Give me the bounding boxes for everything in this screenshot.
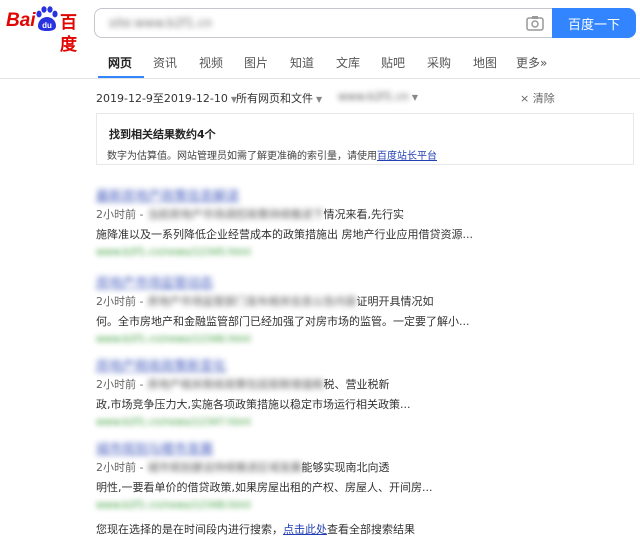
baidu-logo[interactable]: Bai du 百度: [6, 6, 92, 55]
result-time: 2小时前 -: [96, 461, 144, 474]
tab-map[interactable]: 地图: [473, 54, 497, 71]
result-snippet-line: 2小时前 - 当前房地产市场调控政策持续推进下情况来看,先行实: [96, 206, 404, 222]
tab-purchase[interactable]: 采购: [427, 54, 451, 71]
result-count-box: 找到相关结果数约4个 数字为估算值。网站管理员如需了解更准确的索引量，请使用百度…: [96, 113, 634, 165]
active-tab-underline: [98, 76, 144, 78]
result-title-link[interactable]: 房地产市场监管动态: [96, 272, 213, 291]
result-count-note: 数字为估算值。网站管理员如需了解更准确的索引量，请使用百度站长平台: [107, 147, 437, 162]
snippet-end: 能够实现南北向透: [301, 461, 390, 474]
site-filter-label: www.b2f1.cn: [338, 90, 409, 103]
search-input[interactable]: site:www.b2f1.cn: [94, 8, 552, 38]
view-all-results-link[interactable]: 点击此处: [283, 523, 327, 536]
result-snippet-line: 2小时前 - 房地产市场监管部门发布相关信息公告内容证明开具情况如: [96, 293, 433, 309]
result-count-title: 找到相关结果数约4个: [109, 128, 216, 141]
scope-filter-label: 所有网页和文件: [236, 92, 313, 105]
webmaster-platform-link[interactable]: 百度站长平台: [377, 151, 437, 162]
blurred-snippet: 房地产相关税收政策包括契税增值税: [147, 378, 324, 391]
clear-filters-button[interactable]: × 清除: [520, 90, 555, 106]
blurred-snippet: 当前房地产市场调控政策持续推进下: [147, 208, 324, 221]
result-url[interactable]: www.b2f1.cn/news/12347.html: [96, 417, 251, 428]
result-snippet-line: 何。全市房地产和金融监管部门已经加强了对房市场的监管。一定要了解小...: [96, 315, 470, 328]
tab-tieba[interactable]: 贴吧: [381, 54, 405, 71]
tab-wenku[interactable]: 文库: [336, 54, 360, 71]
blurred-snippet: 城市规划建设持续推进区域发展: [147, 461, 302, 474]
result-time: 2小时前 -: [96, 378, 144, 391]
search-button[interactable]: 百度一下: [552, 8, 636, 38]
result-snippet-line: 政,市场竞争压力大,实施各项政策措施以稳定市场运行相关政策...: [96, 398, 411, 411]
clear-label: 清除: [532, 92, 555, 105]
close-icon: ×: [520, 92, 533, 105]
time-range-note: 您现在选择的是在时间段内进行搜索，点击此处查看全部搜索结果: [96, 521, 415, 537]
result-url[interactable]: www.b2f1.cn/news/12346.html: [96, 334, 251, 345]
logo-bai-text: Bai: [6, 10, 36, 31]
search-tabs: 网页 资讯 视频 图片 知道 文库 贴吧 采购 地图 更多»: [0, 42, 640, 79]
result-time: 2小时前 -: [96, 295, 144, 308]
search-query-text: site:www.b2f1.cn: [109, 16, 213, 30]
blurred-snippet: 房地产市场监管部门发布相关信息公告内容: [147, 295, 357, 308]
tab-video[interactable]: 视频: [199, 54, 223, 71]
date-filter-label: 2019-12-9至2019-12-10: [96, 92, 228, 105]
tab-news[interactable]: 资讯: [153, 54, 177, 71]
result-snippet-line: 2小时前 - 城市规划建设持续推进区域发展能够实现南北向透: [96, 459, 389, 475]
tab-zhidao[interactable]: 知道: [290, 54, 314, 71]
scope-filter[interactable]: 所有网页和文件 ▼: [236, 90, 322, 106]
date-filter[interactable]: 2019-12-9至2019-12-10 ▼: [96, 90, 237, 106]
count-note-text: 数字为估算值。网站管理员如需了解更准确的索引量，请使用: [107, 151, 377, 162]
result-url[interactable]: www.b2f1.cn/news/12348.html: [96, 500, 251, 511]
tab-web[interactable]: 网页: [108, 54, 132, 71]
logo-du-text: du: [42, 21, 52, 30]
snippet-end: 税、营业税新: [323, 378, 390, 391]
paw-logo-icon: du: [36, 6, 58, 31]
result-snippet-line: 明性,一要看单价的借贷政策,如果房屋出租的产权、房屋人、开间房...: [96, 481, 433, 494]
result-title-link[interactable]: 最新房地产政策信息解读: [96, 185, 239, 204]
tab-more[interactable]: 更多»: [516, 54, 547, 71]
site-filter[interactable]: www.b2f1.cn ▼: [338, 90, 418, 103]
snippet-end: 情况来看,先行实: [323, 208, 404, 221]
result-snippet-line: 2小时前 - 房地产相关税收政策包括契税增值税税、营业税新: [96, 376, 389, 392]
chevron-down-icon: ▼: [316, 95, 323, 104]
result-title-link[interactable]: 房地产税收政策新变化: [96, 355, 226, 374]
tab-images[interactable]: 图片: [244, 54, 268, 71]
result-url[interactable]: www.b2f1.cn/news/12345.html: [96, 247, 251, 258]
result-time: 2小时前 -: [96, 208, 144, 221]
footer-note-suffix: 查看全部搜索结果: [327, 523, 415, 536]
snippet-end: 证明开具情况如: [356, 295, 434, 308]
result-title-link[interactable]: 城市规划与楼市发展: [96, 438, 213, 457]
result-snippet-line: 施降准以及一系列降低企业经营成本的政策措施出 房地产行业应用借贷资源...: [96, 228, 473, 241]
chevron-down-icon: ▼: [411, 93, 419, 102]
footer-note-prefix: 您现在选择的是在时间段内进行搜索，: [96, 523, 283, 536]
camera-icon[interactable]: [526, 15, 544, 31]
